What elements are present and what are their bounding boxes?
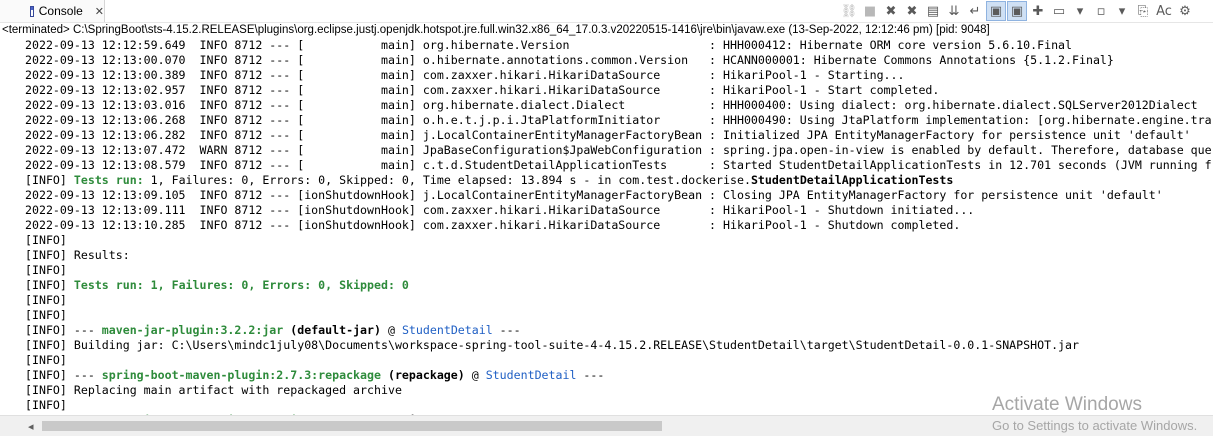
- clear-console-icon[interactable]: ▤: [923, 1, 943, 21]
- console-line: 2022-09-13 12:13:03.016 INFO 8712 --- [ …: [25, 98, 1198, 113]
- console-line: [INFO]: [25, 263, 67, 278]
- console-text: ---: [492, 323, 521, 337]
- console-text: ---: [576, 368, 605, 382]
- console-line: 2022-09-13 12:13:07.472 WARN 8712 --- [ …: [25, 143, 1212, 158]
- match-case-icon[interactable]: Ac: [1154, 1, 1174, 21]
- console-text: maven-jar-plugin:3.2.2:jar: [101, 323, 284, 337]
- scroll-left-icon[interactable]: ◂: [28, 420, 34, 433]
- console-output[interactable]: 2022-09-13 12:12:59.649 INFO 8712 --- [ …: [0, 38, 1213, 415]
- open-console-dropdown-icon[interactable]: ▾: [1112, 1, 1132, 21]
- console-text: @: [464, 368, 486, 382]
- console-text: 2022-09-13 12:13:00.070 INFO 8712 --- [ …: [25, 53, 1114, 67]
- console-line: [INFO] Replacing main artifact with repa…: [25, 383, 402, 398]
- console-icon: [30, 5, 34, 17]
- console-line: [INFO] Tests run: 1, Failures: 0, Errors…: [25, 278, 409, 293]
- console-tab[interactable]: Console ✕: [0, 0, 105, 22]
- console-text: [INFO]: [25, 233, 67, 247]
- console-line: [INFO] Results:: [25, 248, 130, 263]
- console-toolbar: ⛓ ■ ✖ ✖ ▤ ⇊ ↵ ▣ ▣ ✚ ▭ ▾ ▫ ▾ ⎘ Ac ⚙: [838, 1, 1195, 21]
- console-line: 2022-09-13 12:13:08.579 INFO 8712 --- [ …: [25, 158, 1212, 173]
- remove-launch-icon[interactable]: ✖: [881, 1, 901, 21]
- display-console-icon[interactable]: ▭: [1049, 1, 1069, 21]
- console-line: 2022-09-13 12:13:09.111 INFO 8712 --- [i…: [25, 203, 974, 218]
- view-tab-bar: Console ✕ ⛓ ■ ✖ ✖ ▤ ⇊ ↵ ▣ ▣ ✚ ▭ ▾ ▫ ▾ ⎘ Ac ⚙: [0, 0, 1213, 23]
- console-text: [INFO]: [25, 173, 74, 187]
- copy-icon[interactable]: ⎘: [1133, 1, 1153, 21]
- console-text: [INFO]: [25, 263, 67, 277]
- console-text: 2022-09-13 12:13:06.268 INFO 8712 --- [ …: [25, 113, 1212, 127]
- console-text: [INFO]: [25, 398, 67, 412]
- console-text: StudentDetail: [485, 368, 577, 382]
- console-line: 2022-09-13 12:12:59.649 INFO 8712 --- [ …: [25, 38, 1072, 53]
- console-line: 2022-09-13 12:13:02.957 INFO 8712 --- [ …: [25, 83, 939, 98]
- console-text: 2022-09-13 12:13:02.957 INFO 8712 --- [ …: [25, 83, 940, 97]
- console-text: StudentDetailApplicationTests: [750, 173, 954, 187]
- console-text: Tests run:: [73, 173, 151, 187]
- console-line: [INFO] --- spring-boot-maven-plugin:2.7.…: [25, 368, 604, 383]
- console-text: 2022-09-13 12:13:03.016 INFO 8712 --- [ …: [25, 98, 1198, 112]
- settings-icon[interactable]: ⚙: [1175, 1, 1195, 21]
- console-text: (default-jar): [290, 323, 381, 337]
- console-text: 1, Failures: 0, Errors: 0, Skipped: 0, T…: [150, 173, 751, 187]
- console-text: spring-boot-maven-plugin:2.7.3:repackage: [101, 368, 381, 382]
- console-line: [INFO] --- maven-jar-plugin:3.2.2:jar (d…: [25, 323, 521, 338]
- console-text: [INFO] Replacing main artifact with repa…: [25, 383, 402, 397]
- open-console-icon[interactable]: ▫: [1091, 1, 1111, 21]
- console-line: 2022-09-13 12:13:09.105 INFO 8712 --- [i…: [25, 188, 1163, 203]
- activate-windows-watermark: Activate Windows Go to Settings to activ…: [992, 394, 1197, 433]
- console-line: [INFO]: [25, 293, 67, 308]
- console-line: [INFO]: [25, 353, 67, 368]
- console-line: [INFO]: [25, 233, 67, 248]
- console-line: [INFO]: [25, 398, 67, 413]
- console-line: [INFO] Building jar: C:\Users\mindc1july…: [25, 338, 1079, 353]
- console-text: 2022-09-13 12:13:10.285 INFO 8712 --- [i…: [25, 218, 961, 232]
- show-on-stderr-icon[interactable]: ▣: [1007, 1, 1027, 21]
- console-line: 2022-09-13 12:13:06.268 INFO 8712 --- [ …: [25, 113, 1212, 128]
- console-line: [INFO]: [25, 308, 67, 323]
- console-text: StudentDetail: [401, 323, 493, 337]
- console-line: 2022-09-13 12:13:10.285 INFO 8712 --- [i…: [25, 218, 960, 233]
- watermark-subtitle: Go to Settings to activate Windows.: [992, 418, 1198, 433]
- show-on-stdout-icon[interactable]: ▣: [986, 1, 1006, 21]
- console-text: [INFO]: [25, 293, 67, 307]
- console-line: 2022-09-13 12:13:00.070 INFO 8712 --- [ …: [25, 53, 1114, 68]
- scroll-lock-icon[interactable]: ⇊: [944, 1, 964, 21]
- pin-console-icon[interactable]: ✚: [1028, 1, 1048, 21]
- disconnect-icon[interactable]: ⛓: [839, 1, 859, 21]
- console-text: [INFO] Results:: [25, 248, 130, 262]
- console-text: [INFO]: [25, 278, 74, 292]
- console-text: 2022-09-13 12:13:06.282 INFO 8712 --- [ …: [25, 128, 1191, 142]
- word-wrap-icon[interactable]: ↵: [965, 1, 985, 21]
- terminate-icon[interactable]: ■: [860, 1, 880, 21]
- launch-status: <terminated> C:\SpringBoot\sts-4.15.2.RE…: [2, 24, 990, 36]
- close-icon[interactable]: ✕: [95, 5, 104, 18]
- console-text: [INFO] ---: [25, 368, 102, 382]
- console-text: [INFO] ---: [25, 323, 102, 337]
- console-text: 2022-09-13 12:13:00.389 INFO 8712 --- [ …: [25, 68, 905, 82]
- display-console-dropdown-icon[interactable]: ▾: [1070, 1, 1090, 21]
- console-text: Tests run: 1, Failures: 0, Errors: 0, Sk…: [73, 278, 409, 292]
- console-text: 2022-09-13 12:13:09.111 INFO 8712 --- [i…: [25, 203, 975, 217]
- console-text: (repackage): [387, 368, 465, 382]
- console-text: @: [381, 323, 402, 337]
- console-line: [INFO] Tests run: 1, Failures: 0, Errors…: [25, 173, 953, 188]
- console-text: 2022-09-13 12:12:59.649 INFO 8712 --- [ …: [25, 38, 1073, 52]
- console-text: 2022-09-13 12:13:08.579 INFO 8712 --- [ …: [25, 158, 1212, 172]
- console-text: [INFO]: [25, 308, 67, 322]
- console-tab-label: Console: [38, 4, 83, 18]
- scrollbar-thumb[interactable]: [42, 421, 662, 431]
- console-text: [INFO]: [25, 353, 67, 367]
- console-text: 2022-09-13 12:13:07.472 WARN 8712 --- [ …: [25, 143, 1212, 157]
- remove-all-terminated-icon[interactable]: ✖: [902, 1, 922, 21]
- console-text: 2022-09-13 12:13:09.105 INFO 8712 --- [i…: [25, 188, 1163, 202]
- console-line: 2022-09-13 12:13:06.282 INFO 8712 --- [ …: [25, 128, 1191, 143]
- console-text: [INFO] Building jar: C:\Users\mindc1july…: [25, 338, 1079, 352]
- console-line: 2022-09-13 12:13:00.389 INFO 8712 --- [ …: [25, 68, 904, 83]
- watermark-title: Activate Windows: [992, 394, 1142, 415]
